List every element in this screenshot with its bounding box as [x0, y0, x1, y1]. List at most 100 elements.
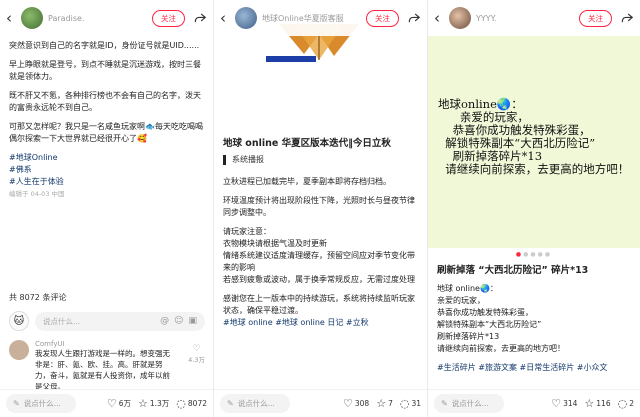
- note-panel-2: ‹ 地球Online华夏版客服 关注 地球 online 华夏区版本迭代‖今日立…: [214, 0, 427, 417]
- image-icon[interactable]: ▣: [188, 316, 197, 326]
- follow-button[interactable]: 关注: [152, 9, 185, 27]
- say-placeholder: 说点什么...: [23, 399, 61, 408]
- back-arrow-icon[interactable]: ‹: [220, 0, 232, 36]
- share-icon[interactable]: [193, 11, 207, 25]
- heart-icon: ♡: [342, 397, 353, 410]
- note-text-line: 早上睁眼就是登号，到点不睡就是沉迷游戏，按时三餐就是领体力。: [9, 60, 201, 81]
- pen-icon: ✎: [227, 399, 234, 408]
- author-name[interactable]: Paradise.: [48, 14, 152, 23]
- star-icon: ☆: [137, 397, 148, 410]
- comment-icon: ◌: [617, 397, 628, 410]
- say-input[interactable]: ✎ 说点什么...: [220, 394, 290, 413]
- avatar[interactable]: [449, 7, 471, 29]
- section-heading: 系统播报: [223, 154, 264, 165]
- hashtag[interactable]: #佛系: [9, 164, 205, 176]
- note-header: ‹ Paradise. 关注: [0, 0, 213, 36]
- like-button[interactable]: ♡ 308: [343, 397, 369, 410]
- note-image[interactable]: 地球online🌏： 亲爱的玩家， 恭喜你成功触发特殊彩蛋， 解锁特殊副本“大西…: [428, 36, 640, 248]
- heart-icon: ♡: [551, 397, 562, 410]
- note-text-line: 既不肝又不氪，各种排行榜也不会有自己的名字，泼天的富贵永远轮不到自己。: [9, 91, 201, 112]
- like-count: 314: [563, 399, 578, 408]
- avatar[interactable]: [235, 7, 257, 29]
- note-header: ‹ YYYY. 关注: [428, 0, 640, 36]
- carousel-dots: ●●●●●: [515, 251, 553, 258]
- author-name[interactable]: YYYY.: [476, 14, 579, 23]
- decor-bar: [266, 56, 316, 62]
- collect-button[interactable]: ☆ 7: [376, 397, 393, 410]
- author-name[interactable]: 地球Online华夏版客服: [262, 13, 366, 24]
- note-text-line: 请继续向前探索，去更高的地方吧！: [437, 344, 565, 353]
- note-title: 地球 online 华夏区版本迭代‖今日立秋: [223, 138, 391, 149]
- collect-count: 1.3万: [149, 399, 170, 408]
- bottom-bar: ✎ 说点什么... ♡ 314 ☆ 116 ◌ 2: [428, 389, 640, 417]
- follow-button[interactable]: 关注: [366, 9, 399, 27]
- note-text-line: 突然意识到自己的名字就是ID，身份证号就是UID......: [9, 41, 200, 50]
- collect-count: 116: [596, 399, 611, 408]
- comment-like-count: 4.3万: [188, 356, 205, 364]
- note-body: 立秋进程已加载完毕，夏季副本即将存档归档。 环境温度预计将出现阶段性下降，光照时…: [223, 176, 419, 329]
- hashtag[interactable]: #人生在于体验: [9, 176, 205, 188]
- note-title: 刷新掉落 “大西北历险记” 碎片*13: [437, 265, 589, 276]
- bottom-bar: ✎ 说点什么... ♡ 308 ☆ 7 ◌ 31: [214, 389, 427, 417]
- star-icon: ☆: [376, 397, 387, 410]
- comment-like[interactable]: ♡ 4.3万: [188, 344, 205, 364]
- note-text-line: 解锁特殊副本“大西北历险记”: [437, 320, 542, 329]
- comment-button[interactable]: ◌ 8072: [176, 397, 207, 410]
- comment-count-bottom: 31: [411, 399, 421, 408]
- avatar[interactable]: [9, 340, 29, 360]
- say-input[interactable]: ✎ 说点什么...: [434, 394, 504, 413]
- share-icon[interactable]: [407, 11, 421, 25]
- note-panel-1: ‹ Paradise. 关注 突然意识到自己的名字就是ID，身份证号就是UID.…: [0, 0, 213, 417]
- collect-button[interactable]: ☆ 116: [584, 397, 610, 410]
- comment-placeholder: 说点什么...: [43, 316, 81, 326]
- comment-user[interactable]: ComfyUI: [35, 340, 205, 348]
- heart-icon: ♡: [192, 344, 201, 354]
- at-icon[interactable]: @: [160, 316, 169, 326]
- heart-icon: ♡: [106, 397, 117, 410]
- hashtags[interactable]: #生活碎片 #旅游文案 #日常生活碎片 #小众文: [437, 362, 632, 374]
- hashtag[interactable]: #地球Online: [9, 152, 205, 164]
- avatar: 🐱: [9, 311, 29, 331]
- hashtags[interactable]: #地球 online #地球 online 日记 #立秋: [223, 317, 419, 329]
- back-arrow-icon[interactable]: ‹: [434, 0, 446, 36]
- note-text-line: 可那又怎样呢？我只是一名咸鱼玩家啊🐟每天吃吃喝喝偶尔探索一下大世界就已经很开心了…: [9, 122, 203, 143]
- note-body: 地球 online🌏： 亲爱的玩家， 恭喜你成功触发特殊彩蛋， 解锁特殊副本“大…: [437, 283, 632, 374]
- heading-bar: [223, 154, 226, 165]
- comment-item: ComfyUI 我发现人生跟打游戏是一样的。想变强无非是：肝、氪、欧、挂。高。肝…: [9, 340, 205, 392]
- follow-button[interactable]: 关注: [579, 9, 612, 27]
- like-button[interactable]: ♡ 6万: [107, 397, 131, 410]
- bottom-bar: ✎ 说点什么... ♡ 6万 ☆ 1.3万 ◌ 8072: [0, 389, 213, 417]
- like-button[interactable]: ♡ 314: [551, 397, 577, 410]
- avatar[interactable]: [21, 7, 43, 29]
- note-body: 突然意识到自己的名字就是ID，身份证号就是UID...... 早上睁眼就是登号，…: [9, 40, 205, 200]
- edit-meta: 编辑于 04-03 中国: [9, 190, 65, 198]
- say-input[interactable]: ✎ 说点什么...: [6, 394, 76, 413]
- comment-count-bottom: 2: [629, 399, 634, 408]
- image-text-line: 请继续向前探索，去更高的地方吧！: [438, 162, 630, 176]
- note-text-line: 亲爱的玩家，: [437, 296, 485, 305]
- comment-count: 共 8072 条评论: [9, 293, 67, 302]
- pen-icon: ✎: [13, 399, 20, 408]
- note-text-line: 刷新掉落碎片*13: [437, 332, 500, 341]
- like-count: 6万: [118, 399, 131, 408]
- comment-text: 我发现人生跟打游戏是一样的。想变强无非是：肝、氪、欧、挂。高。肝就是努力，奋斗，…: [35, 349, 170, 391]
- note-text-line: 立秋进程已加载完毕，夏季副本即将存档归档。: [223, 177, 391, 186]
- comment-input[interactable]: 说点什么... @ ☺ ▣: [35, 311, 205, 331]
- comment-button[interactable]: ◌ 31: [400, 397, 421, 410]
- say-placeholder: 说点什么...: [451, 399, 489, 408]
- comment-icon: ◌: [176, 397, 186, 410]
- note-text-line: 地球 online🌏：: [437, 284, 498, 293]
- emoji-icon[interactable]: ☺: [174, 316, 183, 326]
- section-heading-text: 系统播报: [232, 155, 264, 164]
- collect-button[interactable]: ☆ 1.3万: [138, 397, 169, 410]
- pen-icon: ✎: [441, 399, 448, 408]
- comment-button[interactable]: ◌ 2: [618, 397, 634, 410]
- back-arrow-icon[interactable]: ‹: [6, 0, 18, 36]
- note-text-line: 感谢您在上一版本中的持续游玩，系统将持续监听玩家状态，确保平稳过渡。: [223, 294, 415, 315]
- image-text: 地球online🌏： 亲爱的玩家， 恭喜你成功触发特殊彩蛋， 解锁特殊副本“大西…: [438, 98, 629, 176]
- share-icon[interactable]: [620, 11, 634, 25]
- note-text-line: 环境温度预计将出现阶段性下降，光照时长与昼夜节律同步调整中。: [223, 196, 415, 217]
- note-text-line: 恭喜你成功触发特殊彩蛋，: [437, 308, 533, 317]
- collect-count: 7: [388, 399, 393, 408]
- note-text-line: 请玩家注意： 衣物模块请根据气温及时更新 情绪系统建议适度清理缓存，预留空间应对…: [223, 227, 415, 284]
